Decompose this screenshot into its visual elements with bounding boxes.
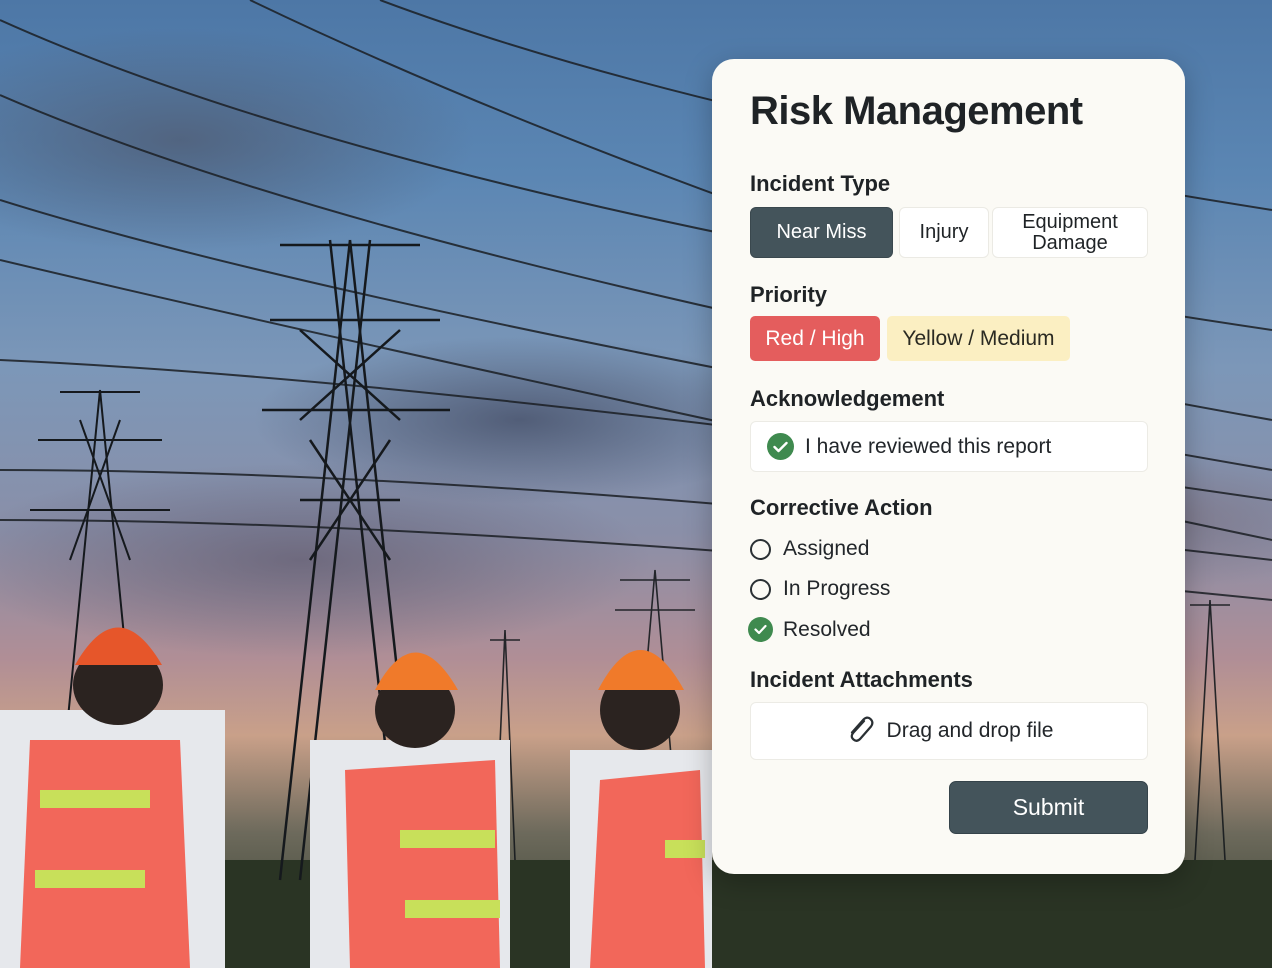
priority-high-button[interactable]: Red / High (750, 316, 880, 361)
incident-attachments-label: Incident Attachments (750, 667, 973, 692)
incident-type-equipment-damage[interactable]: Equipment Damage (992, 207, 1148, 258)
incident-type-near-miss[interactable]: Near Miss (750, 207, 893, 258)
radio-empty-icon (750, 538, 771, 560)
worker-right (570, 650, 712, 968)
radio-label: Assigned (783, 537, 870, 560)
worker-middle (310, 652, 510, 968)
corrective-action-label: Corrective Action (750, 495, 933, 520)
acknowledgement-text: I have reviewed this report (805, 434, 1052, 458)
corrective-action-resolved[interactable]: Resolved (748, 617, 871, 642)
incident-type-injury[interactable]: Injury (899, 207, 989, 258)
risk-management-card: Risk Management Incident Type Near Miss … (712, 59, 1185, 874)
incident-type-label: Incident Type (750, 171, 891, 196)
acknowledgement-checkbox[interactable]: I have reviewed this report (750, 421, 1148, 472)
radio-label: In Progress (783, 577, 891, 600)
page-title: Risk Management (750, 89, 1083, 133)
attachment-dropzone[interactable]: Drag and drop file (750, 702, 1148, 760)
corrective-action-in-progress[interactable]: In Progress (750, 577, 890, 601)
dropzone-text: Drag and drop file (886, 719, 1054, 742)
paperclip-icon (845, 713, 875, 750)
worker-left (0, 627, 225, 968)
priority-medium-button[interactable]: Yellow / Medium (887, 316, 1070, 361)
priority-label: Priority (750, 282, 828, 307)
radio-empty-icon (750, 578, 771, 600)
radio-label: Resolved (783, 617, 871, 641)
checkmark-icon (748, 617, 773, 642)
submit-button[interactable]: Submit (949, 781, 1148, 834)
corrective-action-assigned[interactable]: Assigned (750, 537, 869, 561)
acknowledgement-label: Acknowledgement (750, 386, 945, 411)
checkmark-icon (767, 433, 794, 460)
